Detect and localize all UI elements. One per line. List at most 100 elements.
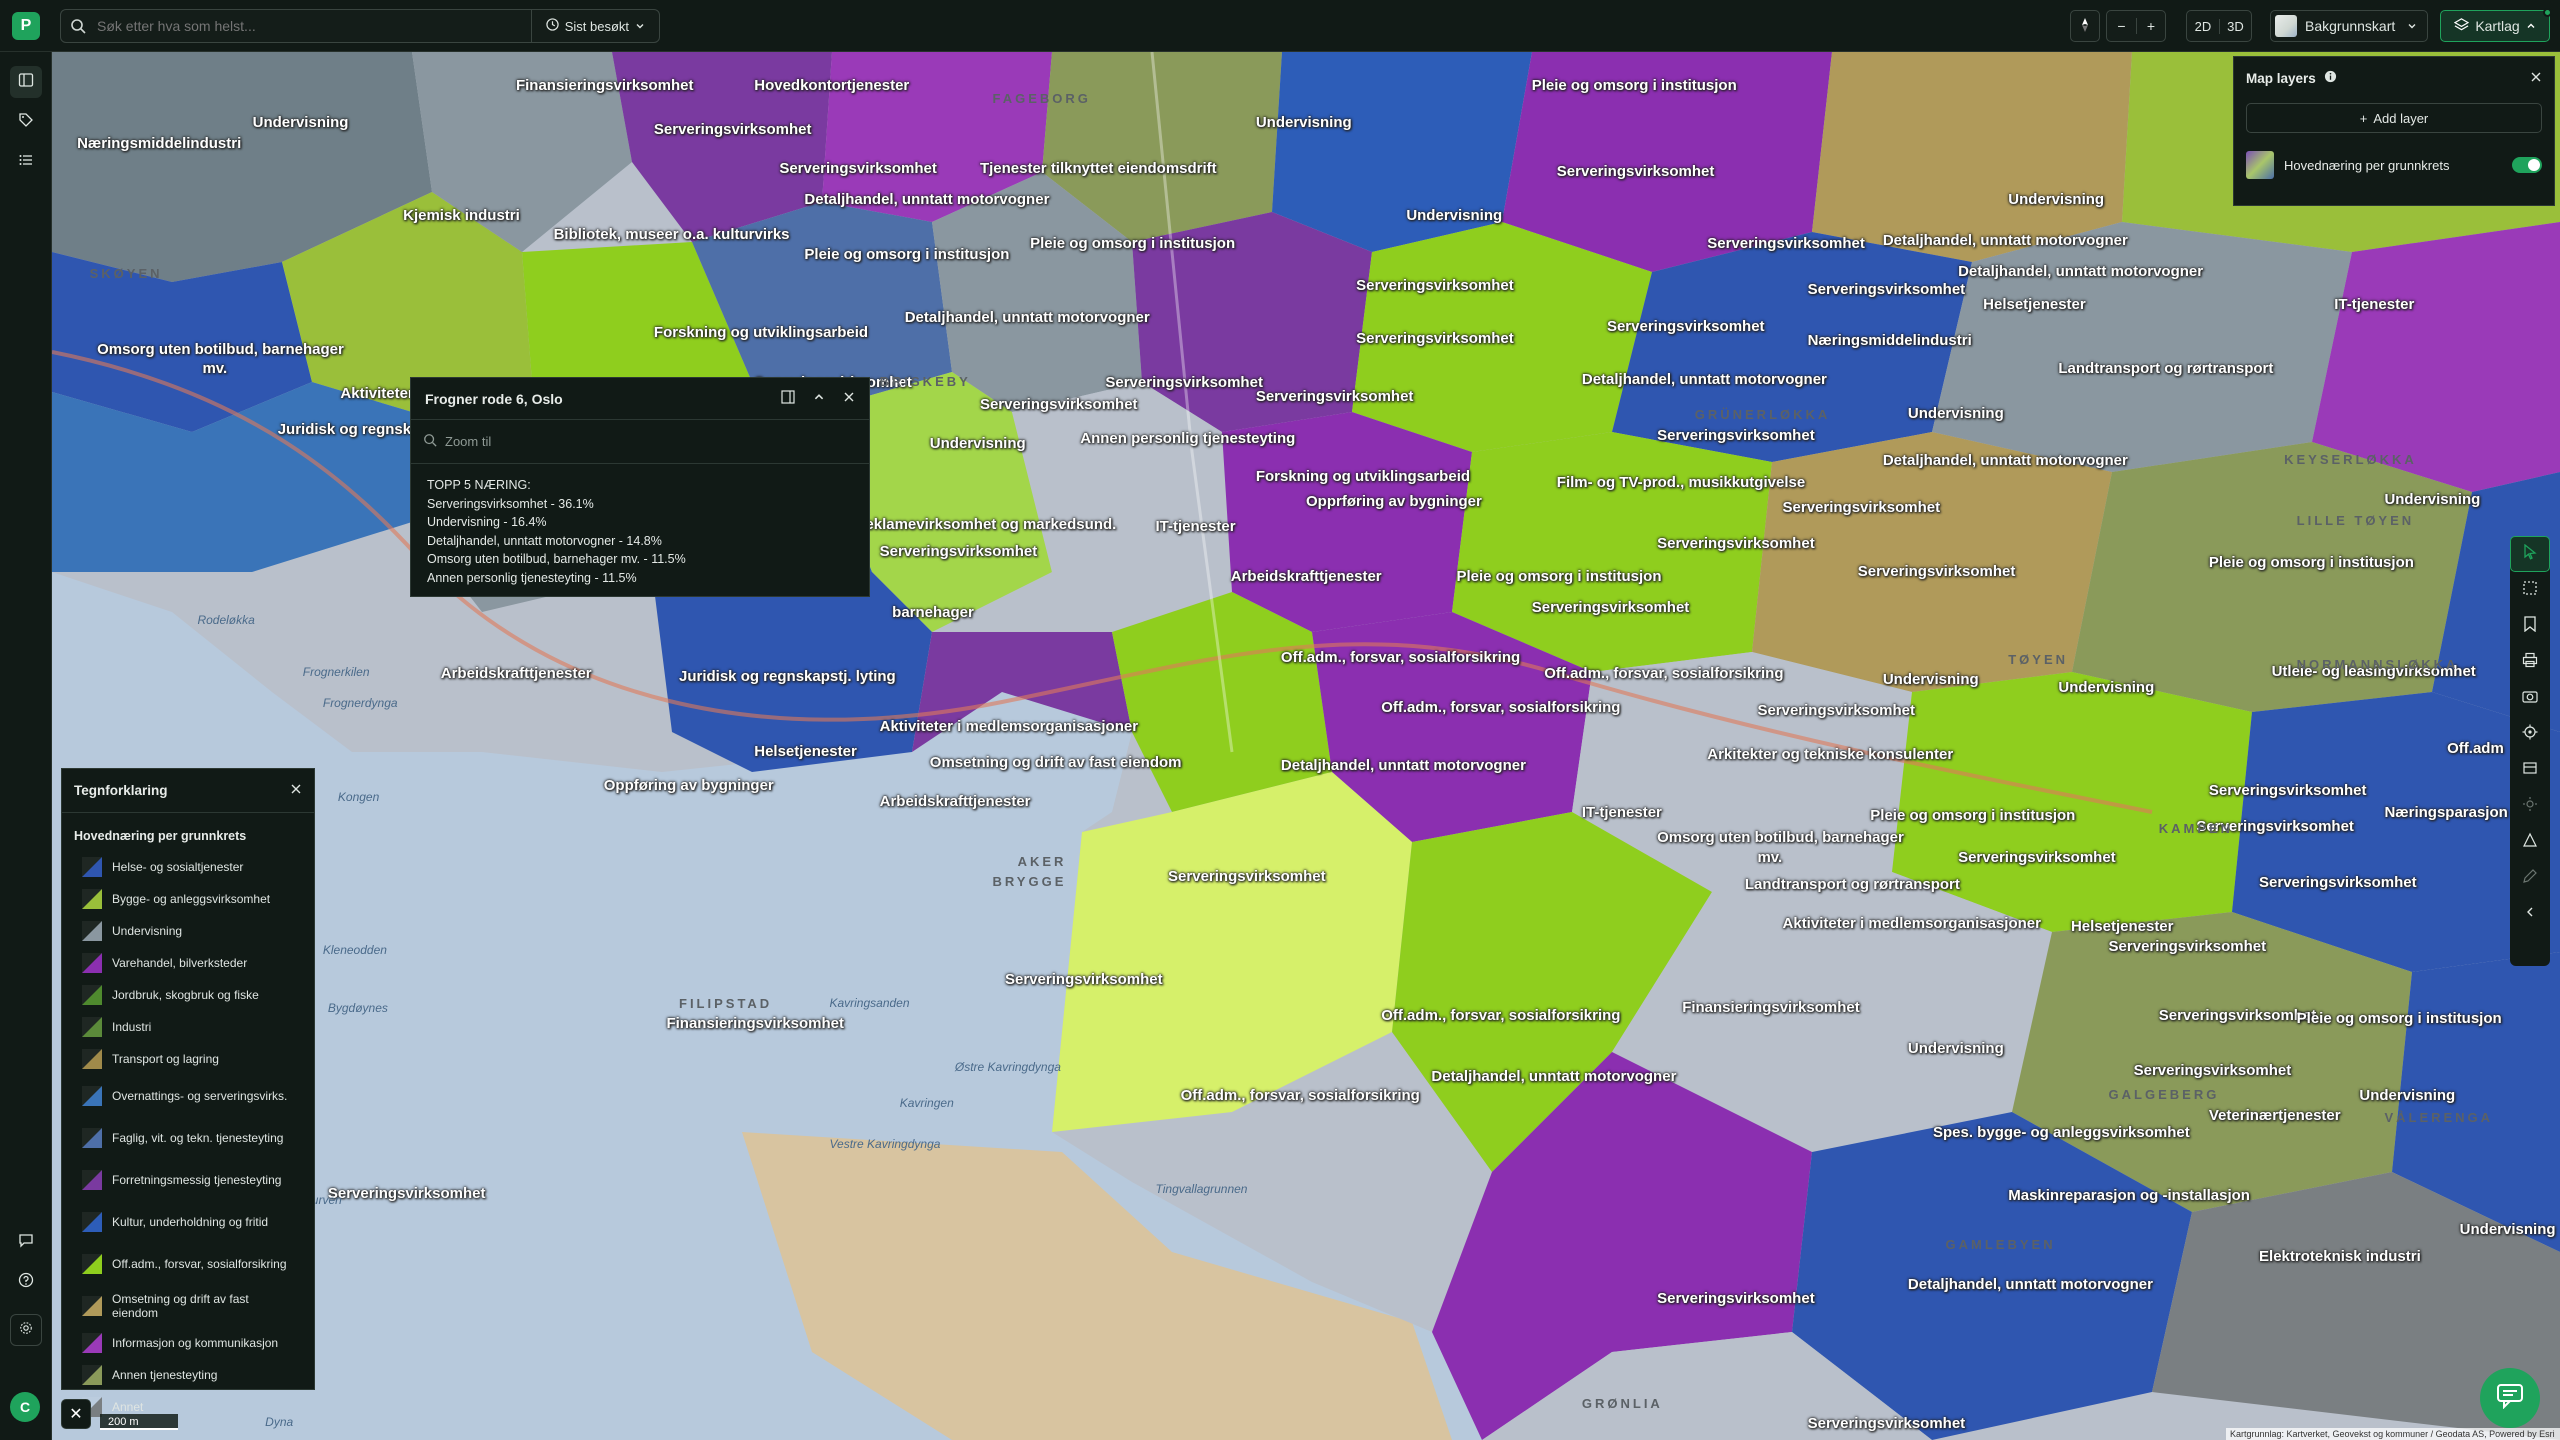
rail-settings-button[interactable] <box>10 1314 42 1346</box>
place-label: Tingvallagrunnen <box>1155 1181 1248 1196</box>
app-logo[interactable]: P <box>12 12 40 40</box>
neighborhood-label: BRISKEBY <box>879 374 971 390</box>
chevron-up-icon[interactable] <box>813 390 825 407</box>
neighborhood-label: AKER <box>1017 854 1067 870</box>
legend-swatch <box>82 1170 102 1190</box>
message-icon <box>18 1232 34 1253</box>
legend-item: Bygge- og anleggsvirksomhet <box>62 883 314 915</box>
legend-item-label: Forretningsmessig tjenesteyting <box>112 1173 282 1187</box>
map-attribution: Kartgrunnlag: Kartverket, Geovekst og ko… <box>2226 1428 2560 1440</box>
zoom-to-label: Zoom til <box>445 434 492 449</box>
close-legend-button[interactable]: ✕ <box>61 1399 91 1429</box>
legend-swatch <box>82 985 102 1005</box>
legend-item-label: Jordbruk, skogbruk og fiske <box>112 988 259 1002</box>
layer-name: Hovednæring per grunnkrets <box>2284 157 2450 173</box>
legend-item: Kultur, underholdning og fritid <box>62 1201 314 1243</box>
legend-item-label: Off.adm., forsvar, sosialforsikring <box>112 1257 287 1271</box>
screenshot-button[interactable] <box>2510 680 2550 716</box>
layers-label: Kartlag <box>2475 18 2520 34</box>
place-label: Vestre Kavringdynga <box>829 1137 941 1152</box>
layer-row[interactable]: Hovednæring per grunnkrets <box>2234 139 2554 191</box>
draw-button[interactable] <box>2510 860 2550 896</box>
chevron-up-icon <box>2526 18 2536 34</box>
close-icon[interactable] <box>843 390 855 407</box>
measure-button[interactable] <box>2510 824 2550 860</box>
layers-icon <box>2454 17 2470 35</box>
zoom-to-button[interactable]: Zoom til <box>411 420 869 464</box>
recent-visited-label: Sist besøkt <box>564 18 629 34</box>
help-icon <box>18 1272 34 1293</box>
zoom-in-button[interactable]: + <box>2135 18 2165 34</box>
layers-stack-button[interactable] <box>2510 752 2550 788</box>
mode-3d-button[interactable]: 3D <box>2218 18 2251 34</box>
rail-list-button[interactable] <box>10 146 42 178</box>
legend-item-label: Undervisning <box>112 924 183 938</box>
search-bar: Sist besøkt <box>60 9 660 43</box>
compass-button[interactable] <box>2070 10 2100 42</box>
rail-help-button[interactable] <box>10 1266 42 1298</box>
legend-item-label: Faglig, vit. og tekn. tjenesteyting <box>112 1131 284 1145</box>
stack-icon <box>2522 760 2538 781</box>
neighborhood-label: LILLE TØYEN <box>2296 512 2415 528</box>
top-bar: P Sist besøkt − + 2D 3D Bakgrunnskart <box>0 0 2560 52</box>
select-tool-button[interactable] <box>2510 536 2550 572</box>
crosshair-icon <box>2522 724 2538 745</box>
chat-button[interactable] <box>2480 1368 2540 1428</box>
sun-button[interactable] <box>2510 788 2550 824</box>
legend-swatch <box>82 1296 102 1316</box>
mode-2d-button[interactable]: 2D <box>2187 19 2219 34</box>
locate-button[interactable] <box>2510 716 2550 752</box>
pencil-icon <box>2522 868 2538 889</box>
neighborhood-label: GRØNLIA <box>1581 1395 1663 1411</box>
legend-swatch <box>82 1254 102 1274</box>
place-label: Kavringen <box>899 1095 954 1110</box>
legend-item-label: Annen tjenesteyting <box>112 1368 218 1382</box>
zoom-out-button[interactable]: − <box>2107 18 2136 34</box>
dock-icon[interactable] <box>781 390 795 407</box>
layers-button[interactable]: Kartlag <box>2440 8 2552 42</box>
rail-tags-button[interactable] <box>10 106 42 138</box>
search-input[interactable] <box>95 17 515 35</box>
legend-item-label: Omsetning og drift av fast eiendom <box>112 1292 249 1320</box>
legend-item-label: Kultur, underholdning og fritid <box>112 1215 269 1229</box>
sun-icon <box>2522 796 2538 817</box>
legend-list: Helse- og sosialtjenester Bygge- og anleg… <box>62 851 314 1423</box>
map-tools <box>2510 536 2550 966</box>
legend-item: Undervisning <box>62 915 314 947</box>
basemap-dropdown[interactable]: Bakgrunnskart <box>2270 10 2428 42</box>
zoom-controls: − + <box>2106 10 2166 42</box>
list-icon <box>18 152 34 173</box>
layer-visibility-toggle[interactable] <box>2512 157 2542 173</box>
rail-feedback-button[interactable] <box>10 1226 42 1258</box>
gear-icon <box>19 1321 33 1340</box>
legend-item: Varehandel, bilverksteder <box>62 947 314 979</box>
basemap-label: Bakgrunnskart <box>2305 18 2396 34</box>
choropleth-map[interactable] <box>52 52 2560 1440</box>
legend-item: Informasjon og kommunikasjon <box>62 1327 314 1359</box>
scale-bar: 200 m <box>100 1414 178 1430</box>
print-icon <box>2522 652 2538 673</box>
info-icon[interactable] <box>2324 70 2337 86</box>
neighborhood-label: GAMLEBYEN <box>1945 1237 2056 1253</box>
map-canvas[interactable]: Finansieringsvirksomhet Serveringsvirksom… <box>52 52 2560 1440</box>
legend-swatch-fill <box>82 1296 102 1316</box>
collapse-tools-button[interactable] <box>2510 896 2550 932</box>
popup-line: Omsorg uten botilbud, barnehager mv. - 1… <box>427 552 686 566</box>
recent-visited-dropdown[interactable]: Sist besøkt <box>530 10 659 42</box>
area-select-button[interactable] <box>2510 572 2550 608</box>
close-icon[interactable] <box>290 783 302 798</box>
rail-map-button[interactable] <box>10 66 42 98</box>
print-button[interactable] <box>2510 644 2550 680</box>
close-icon[interactable] <box>2530 71 2542 86</box>
place-label: Kongen <box>337 790 380 805</box>
bookmark-button[interactable] <box>2510 608 2550 644</box>
user-avatar[interactable]: C <box>10 1392 40 1422</box>
popup-line: Annen personlig tjenesteyting - 11.5% <box>427 570 637 585</box>
legend-swatch <box>82 1017 102 1037</box>
legend-item: Annen tjenesteyting <box>62 1359 314 1391</box>
legend-item: Overnattings- og serveringsvirks. <box>62 1075 314 1117</box>
legend-item-label: Informasjon og kommunikasjon <box>112 1336 279 1350</box>
map-layers-panel: Map layers + Add layer Hovednæring per g… <box>2233 56 2555 206</box>
neighborhood-label: NORMANNSLØKKA <box>2296 657 2459 673</box>
add-layer-button[interactable]: + Add layer <box>2246 103 2542 133</box>
